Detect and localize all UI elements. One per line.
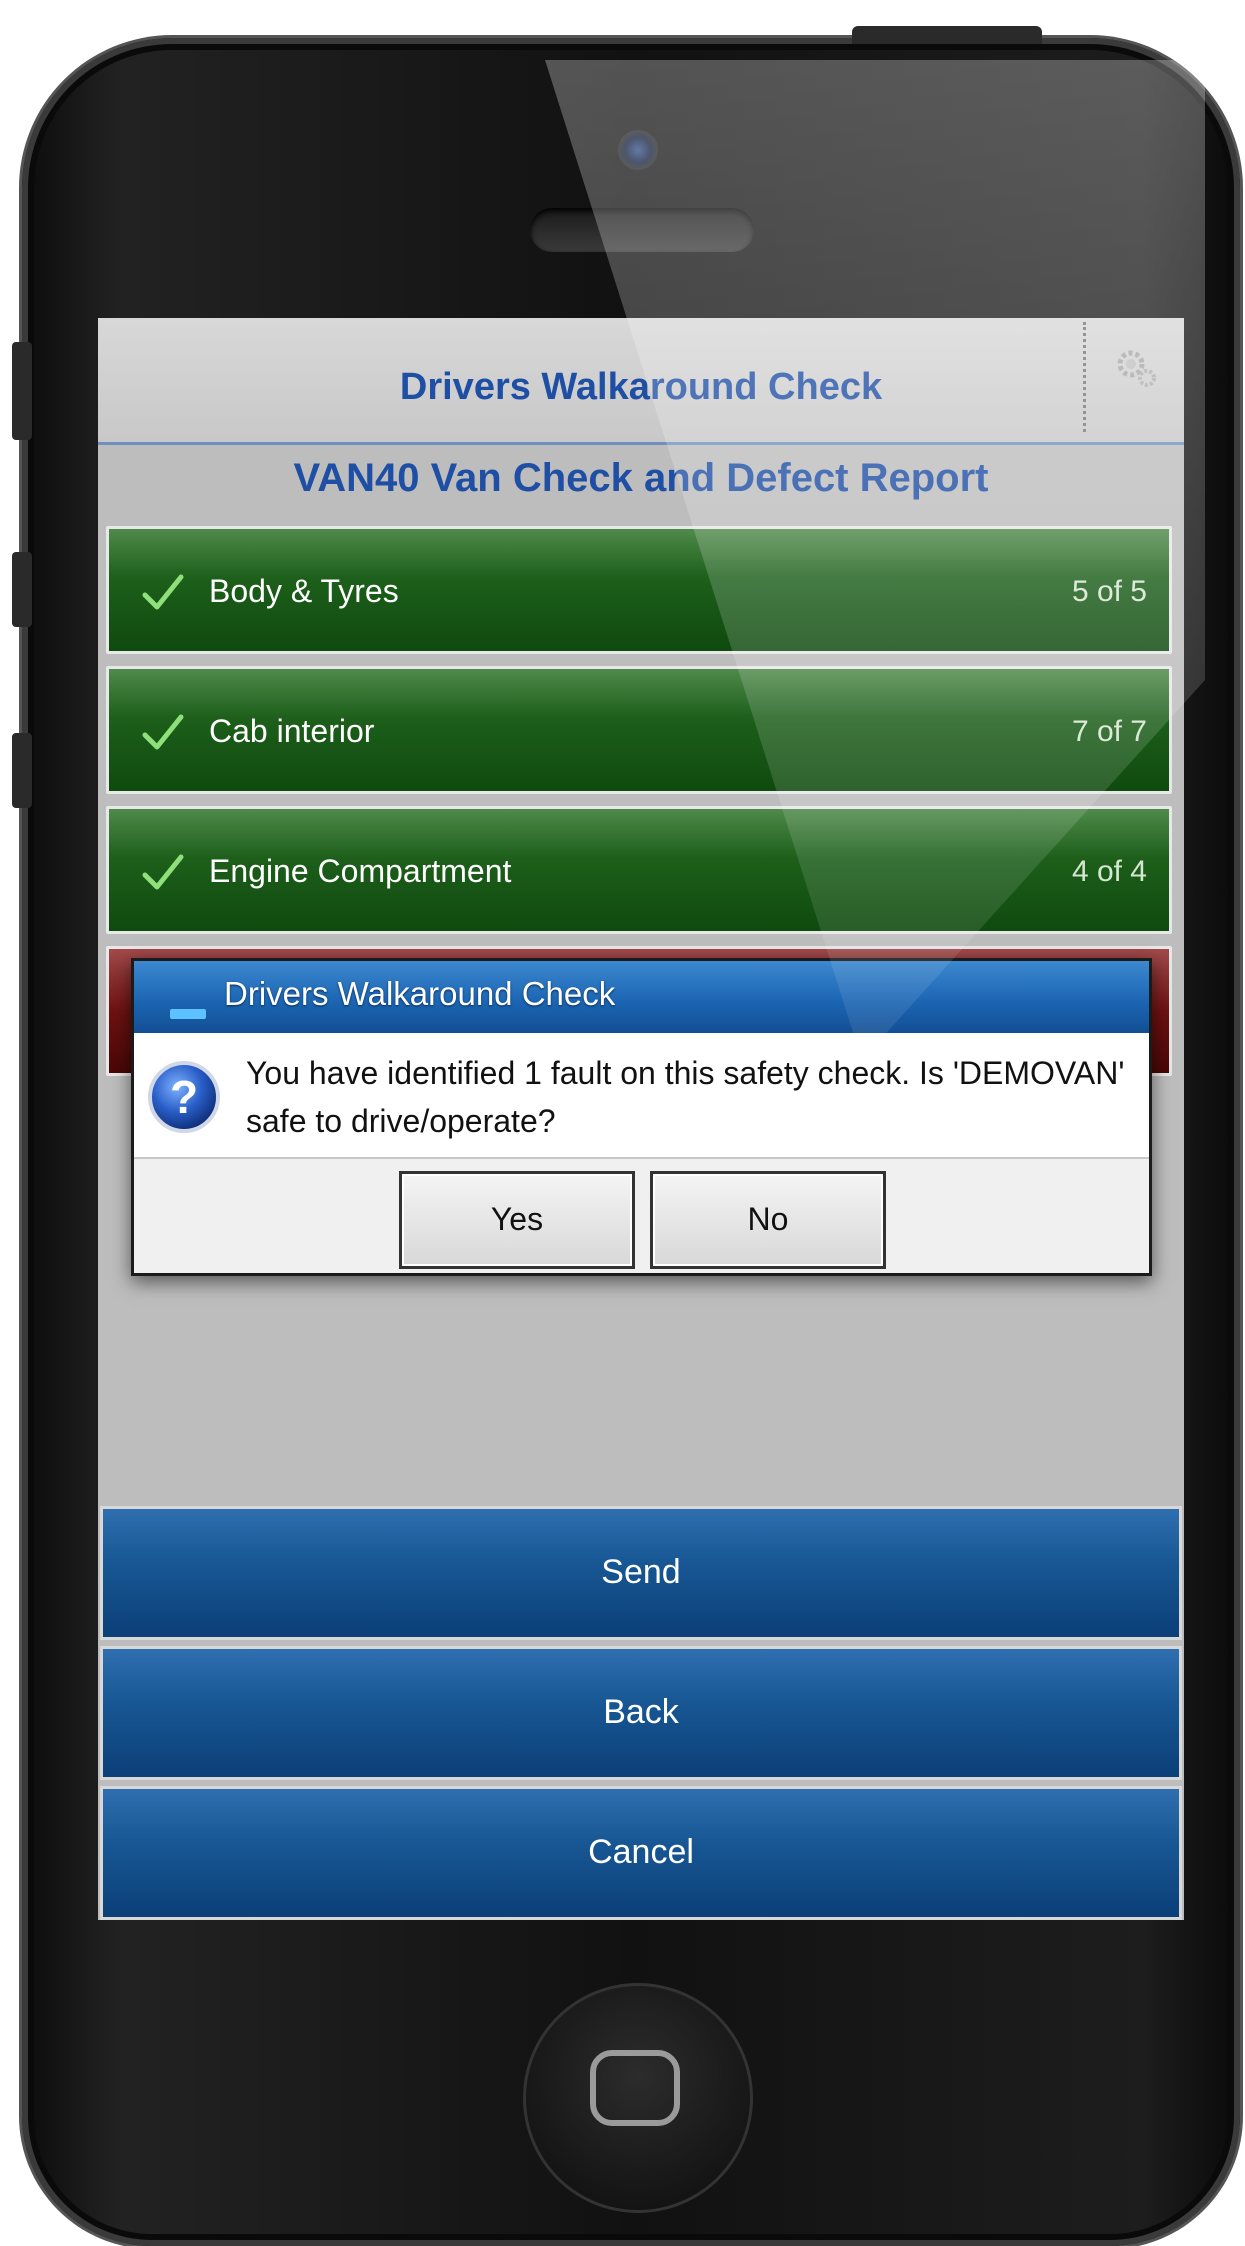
back-button[interactable]: Back bbox=[100, 1646, 1182, 1780]
camera-icon bbox=[618, 130, 658, 170]
section-cab-interior[interactable]: Cab interior 7 of 7 bbox=[106, 666, 1172, 794]
gear-icon[interactable] bbox=[1113, 344, 1159, 390]
header-divider bbox=[1083, 322, 1086, 432]
yes-button[interactable]: Yes bbox=[399, 1171, 635, 1269]
confirm-dialog: Drivers Walkaround Check ? You have iden… bbox=[131, 958, 1152, 1276]
volume-down-button bbox=[12, 733, 32, 808]
app-screen: Drivers Walkaround Check VAN40 Van Check… bbox=[98, 318, 1184, 1920]
dialog-titlebar: Drivers Walkaround Check bbox=[134, 961, 1149, 1033]
check-icon bbox=[142, 854, 184, 890]
dialog-title: Drivers Walkaround Check bbox=[224, 975, 616, 1012]
earpiece-speaker bbox=[530, 208, 754, 252]
dialog-message: You have identified 1 fault on this safe… bbox=[246, 1055, 1125, 1139]
section-label: Engine Compartment bbox=[209, 853, 512, 889]
check-icon bbox=[142, 574, 184, 610]
report-title: VAN40 Van Check and Defect Report bbox=[293, 456, 989, 500]
section-body-tyres[interactable]: Body & Tyres 5 of 5 bbox=[106, 526, 1172, 654]
question-icon: ? bbox=[148, 1061, 220, 1133]
section-count: 7 of 7 bbox=[1071, 715, 1147, 748]
volume-up-button bbox=[12, 552, 32, 627]
check-icon bbox=[142, 714, 184, 750]
section-label: Body & Tyres bbox=[209, 573, 399, 609]
home-square-icon bbox=[590, 2050, 680, 2126]
app-title: Drivers Walkaround Check bbox=[399, 366, 883, 408]
cancel-button[interactable]: Cancel bbox=[100, 1786, 1182, 1920]
section-label: Cab interior bbox=[209, 713, 375, 749]
section-count: 5 of 5 bbox=[1071, 575, 1147, 608]
dialog-button-bar: Yes No bbox=[134, 1159, 1149, 1273]
dialog-body: ? You have identified 1 fault on this sa… bbox=[134, 1033, 1149, 1159]
app-header: Drivers Walkaround Check bbox=[98, 318, 1184, 445]
send-button[interactable]: Send bbox=[100, 1506, 1182, 1640]
no-button[interactable]: No bbox=[650, 1171, 886, 1269]
svg-text:?: ? bbox=[170, 1071, 198, 1123]
power-button bbox=[852, 26, 1042, 44]
section-engine-compartment[interactable]: Engine Compartment 4 of 4 bbox=[106, 806, 1172, 934]
section-count: 4 of 4 bbox=[1071, 855, 1147, 888]
mute-switch bbox=[12, 342, 32, 440]
window-icon bbox=[170, 1009, 206, 1019]
